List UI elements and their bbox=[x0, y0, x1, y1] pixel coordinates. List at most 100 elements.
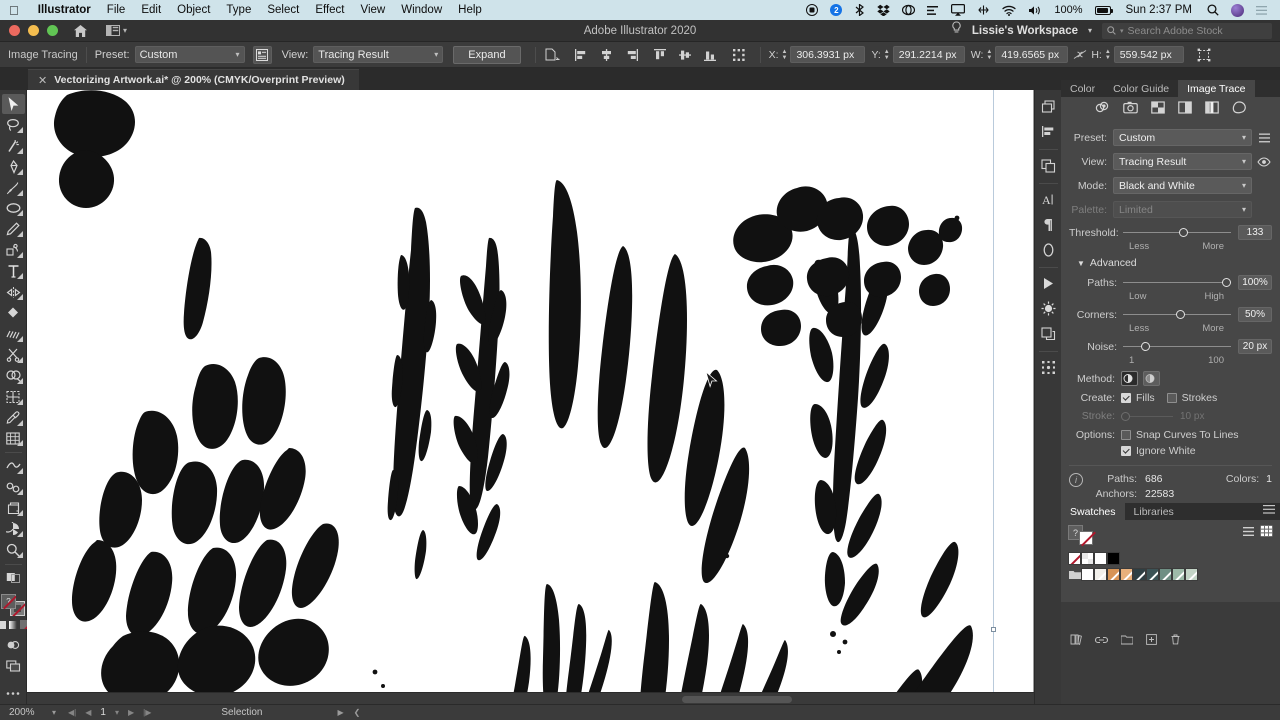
new-swatch-icon[interactable] bbox=[1146, 634, 1157, 647]
arrange-documents-icon[interactable]: ▾ bbox=[106, 25, 127, 36]
preset-select[interactable]: Custom ▾ bbox=[134, 46, 245, 63]
fills-checkbox-row[interactable]: Fills bbox=[1121, 392, 1155, 404]
tab-color-guide[interactable]: Color Guide bbox=[1104, 80, 1178, 97]
eyedropper-tool[interactable] bbox=[2, 408, 25, 428]
color-button[interactable] bbox=[0, 620, 6, 629]
w-stepper[interactable]: ▲ ▼ bbox=[986, 49, 995, 61]
wifi-icon[interactable] bbox=[996, 0, 1022, 20]
minimize-window-button[interactable] bbox=[28, 25, 39, 36]
maximize-window-button[interactable] bbox=[47, 25, 58, 36]
align-horizontal-center-icon[interactable] bbox=[598, 46, 615, 63]
bluetooth-icon[interactable] bbox=[848, 0, 871, 20]
view-select[interactable]: Tracing Result ▾ bbox=[1113, 153, 1252, 170]
grayscale-icon[interactable] bbox=[1178, 101, 1192, 119]
control-center-icon[interactable] bbox=[1250, 0, 1274, 20]
last-page-icon[interactable]: |▶ bbox=[143, 708, 151, 717]
screen-mode-toggle-icon[interactable] bbox=[2, 656, 25, 676]
link-icon[interactable] bbox=[1094, 635, 1109, 647]
pen-tool[interactable] bbox=[2, 157, 25, 177]
ignore-white-checkbox-row[interactable]: Ignore White bbox=[1121, 445, 1196, 457]
close-window-button[interactable] bbox=[9, 25, 20, 36]
volume-icon[interactable] bbox=[1022, 0, 1048, 20]
align-vertical-center-icon[interactable] bbox=[677, 46, 694, 63]
lasso-tool[interactable] bbox=[2, 115, 25, 135]
drawing-mode-icon[interactable] bbox=[2, 635, 25, 655]
reflect-tool[interactable] bbox=[2, 282, 25, 302]
unlink-proportions-icon[interactable] bbox=[1071, 46, 1088, 63]
corners-slider[interactable] bbox=[1123, 309, 1231, 320]
new-color-group-icon[interactable] bbox=[1120, 635, 1134, 647]
lightbulb-icon[interactable] bbox=[951, 21, 962, 40]
list-view-icon[interactable] bbox=[1242, 525, 1255, 537]
symbols-icon[interactable] bbox=[1037, 356, 1060, 379]
mode-select[interactable]: Black and White ▾ bbox=[1113, 177, 1252, 194]
mesh-tool[interactable] bbox=[2, 387, 25, 407]
image-trace-panel-icon[interactable] bbox=[252, 45, 272, 64]
swatch-registration[interactable] bbox=[1081, 552, 1094, 565]
swatch-dark-slate[interactable] bbox=[1133, 568, 1146, 581]
list-icon[interactable] bbox=[921, 0, 945, 20]
panel-menu-icon[interactable] bbox=[1263, 505, 1275, 516]
stock-search-input[interactable]: ▾ Search Adobe Stock bbox=[1102, 22, 1272, 39]
y-input[interactable]: 291.2214 px bbox=[892, 46, 965, 63]
menu-object[interactable]: Object bbox=[169, 4, 218, 16]
page-number[interactable]: 1 bbox=[100, 707, 106, 718]
delete-swatch-icon[interactable] bbox=[1170, 634, 1181, 647]
airplay-icon[interactable] bbox=[945, 0, 971, 20]
blend-tool[interactable] bbox=[2, 324, 25, 344]
abutting-method-icon[interactable] bbox=[1121, 371, 1138, 386]
transform-icon[interactable] bbox=[1196, 46, 1213, 63]
pencil-tool[interactable] bbox=[2, 219, 25, 239]
zoom-chevron-icon[interactable]: ▾ bbox=[46, 708, 62, 717]
home-icon[interactable] bbox=[72, 23, 88, 39]
w-input[interactable]: 419.6565 px bbox=[995, 46, 1069, 63]
shape-builder-tool[interactable] bbox=[2, 366, 25, 386]
menu-type[interactable]: Type bbox=[218, 4, 259, 16]
tab-image-trace[interactable]: Image Trace bbox=[1178, 80, 1255, 97]
gradient-tool[interactable] bbox=[2, 303, 25, 323]
outline-icon[interactable] bbox=[1232, 101, 1246, 119]
snap-curves-checkbox[interactable] bbox=[1121, 430, 1131, 440]
document-setup-icon[interactable] bbox=[544, 46, 561, 63]
pathfinder-icon[interactable] bbox=[1037, 154, 1060, 177]
preset-menu-icon[interactable] bbox=[1256, 133, 1272, 143]
swatch-light-sage[interactable] bbox=[1172, 568, 1185, 581]
sync-icon[interactable] bbox=[971, 0, 996, 20]
align-right-icon[interactable] bbox=[623, 46, 640, 63]
high-color-icon[interactable] bbox=[1123, 101, 1138, 119]
properties-icon[interactable] bbox=[1037, 95, 1060, 118]
creative-cloud-icon[interactable] bbox=[896, 0, 921, 20]
paintbrush-tool[interactable] bbox=[2, 178, 25, 198]
paragraph-icon[interactable] bbox=[1037, 213, 1060, 236]
paths-slider[interactable] bbox=[1123, 277, 1231, 288]
swatch-black[interactable] bbox=[1107, 552, 1120, 565]
siri-icon[interactable] bbox=[1225, 0, 1250, 20]
info-icon[interactable]: i bbox=[1069, 473, 1083, 487]
y-stepper[interactable]: ▲ ▼ bbox=[884, 49, 893, 61]
ignore-white-checkbox[interactable] bbox=[1121, 446, 1131, 456]
h-input[interactable]: 559.542 px bbox=[1113, 46, 1184, 63]
auto-color-icon[interactable] bbox=[1095, 101, 1110, 119]
fill-stroke-controls[interactable]: ? bbox=[1, 593, 25, 617]
folder-icon[interactable] bbox=[1068, 568, 1081, 581]
align-bottom-icon[interactable] bbox=[702, 46, 719, 63]
workspace-name[interactable]: Lissie's Workspace bbox=[972, 25, 1078, 37]
snap-curves-checkbox-row[interactable]: Snap Curves To Lines bbox=[1121, 429, 1239, 441]
tab-swatches[interactable]: Swatches bbox=[1061, 503, 1125, 520]
prev-page-icon[interactable]: ◀ bbox=[85, 708, 91, 717]
ellipse-tool[interactable] bbox=[2, 199, 25, 219]
artboard-tool[interactable] bbox=[2, 498, 25, 518]
menu-help[interactable]: Help bbox=[450, 4, 490, 16]
tab-libraries[interactable]: Libraries bbox=[1125, 503, 1183, 520]
free-transform-tool[interactable] bbox=[2, 477, 25, 497]
menu-file[interactable]: File bbox=[99, 4, 134, 16]
menu-select[interactable]: Select bbox=[259, 4, 307, 16]
tab-color[interactable]: Color bbox=[1061, 80, 1104, 97]
threshold-slider[interactable] bbox=[1123, 227, 1231, 238]
gradient-button[interactable] bbox=[8, 620, 17, 629]
width-tool[interactable] bbox=[2, 456, 25, 476]
notification-badge-icon[interactable]: 2 bbox=[824, 0, 848, 20]
play-icon[interactable]: ▶ bbox=[338, 708, 344, 717]
noise-slider-knob[interactable] bbox=[1141, 342, 1151, 351]
more-tools-icon[interactable] bbox=[2, 683, 25, 703]
